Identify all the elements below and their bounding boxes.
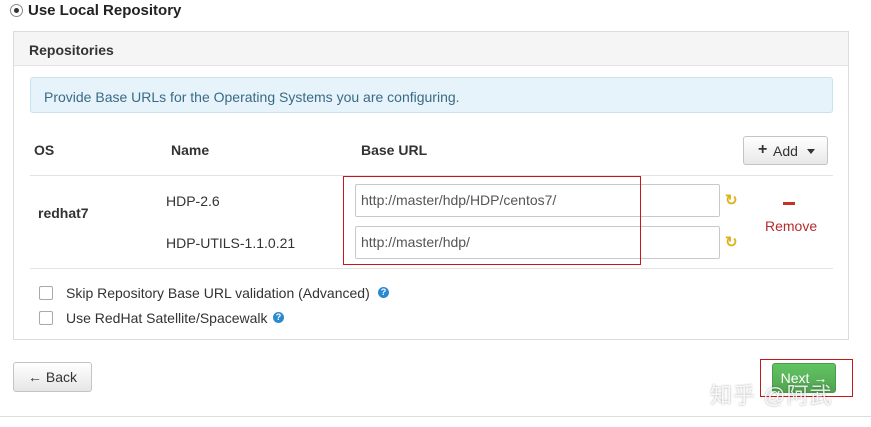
watermark: 知乎 @阿武: [710, 383, 833, 408]
minus-icon[interactable]: [783, 202, 795, 205]
info-alert-text: Provide Base URLs for the Operating Syst…: [44, 89, 460, 105]
column-header-name: Name: [171, 142, 210, 158]
add-button-label: Add: [773, 143, 798, 159]
undo-icon[interactable]: ↻: [725, 191, 738, 209]
repo-name-hdp-utils: HDP-UTILS-1.1.0.21: [166, 235, 296, 251]
back-button[interactable]: ← Back: [13, 362, 92, 392]
satellite-label: Use RedHat Satellite/Spacewalk: [66, 310, 268, 326]
undo-icon[interactable]: ↻: [725, 233, 738, 251]
table-bottom-divider: [30, 268, 833, 269]
repo-name-hdp: HDP-2.6: [166, 193, 220, 209]
footer-divider: [0, 416, 871, 417]
add-os-button[interactable]: + Add: [743, 136, 828, 165]
help-icon[interactable]: ?: [378, 287, 389, 298]
skip-validation-label: Skip Repository Base URL validation (Adv…: [66, 285, 370, 301]
use-local-repository-label: Use Local Repository: [28, 2, 182, 19]
os-name: redhat7: [38, 205, 89, 221]
remove-os-link[interactable]: Remove: [765, 218, 817, 234]
satellite-checkbox[interactable]: [39, 311, 53, 325]
plus-icon: +: [758, 141, 768, 158]
use-local-repository-radio[interactable]: [10, 4, 23, 17]
highlight-box-urls: [343, 176, 641, 265]
panel-title: Repositories: [29, 42, 114, 58]
column-header-base-url: Base URL: [361, 142, 428, 158]
help-icon[interactable]: ?: [273, 312, 284, 323]
caret-down-icon: [807, 149, 815, 154]
column-header-os: OS: [34, 142, 55, 158]
repositories-panel-header: [14, 32, 848, 66]
skip-validation-checkbox[interactable]: [39, 286, 53, 300]
